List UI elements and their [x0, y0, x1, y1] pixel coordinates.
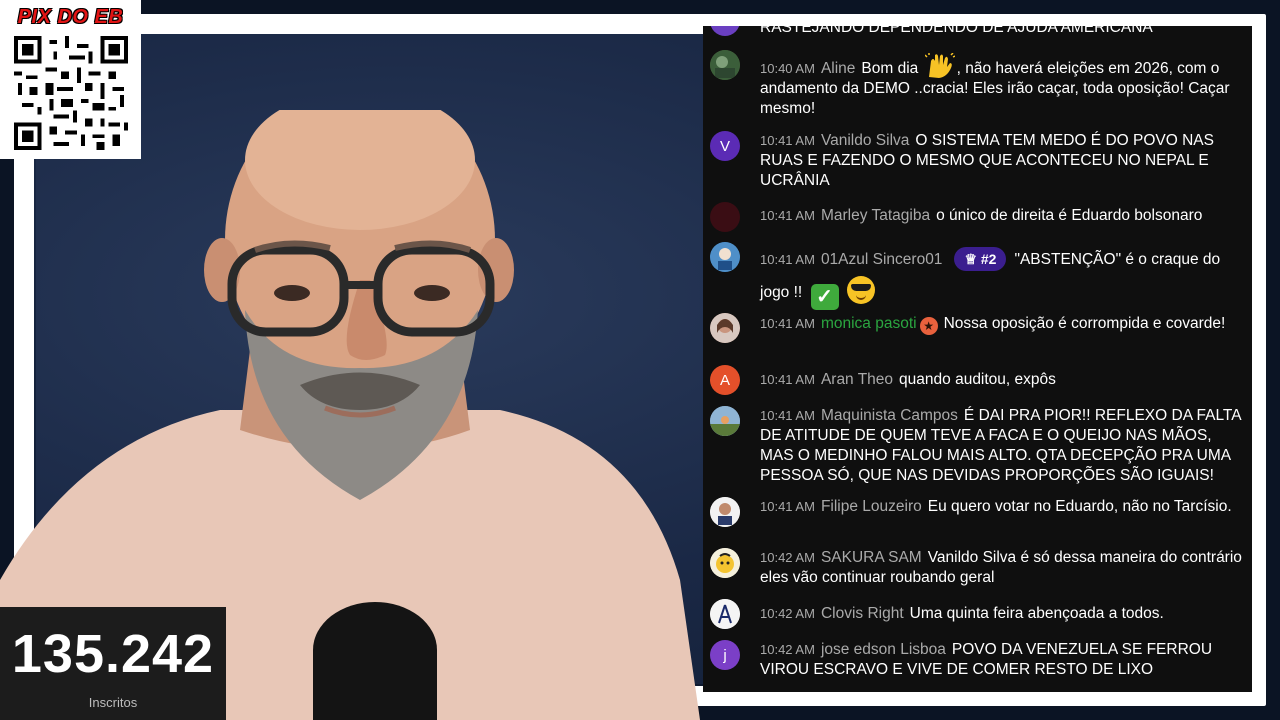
chat-author[interactable]: Maquinista Campos	[821, 407, 958, 424]
chat-author[interactable]: Aran Theo	[821, 371, 893, 388]
chat-message: 10:41 AM Vanildo Silva O SISTEMA TEM MEDO …	[703, 131, 1252, 191]
chat-timestamp: 10:42 AM	[760, 606, 815, 621]
chat-author[interactable]: 01Azul Sincero01	[821, 251, 943, 268]
pix-qr-overlay: PIX DO EB	[0, 0, 141, 159]
chat-message: 10:41 AM monica pasoti ★ Nossa oposição é c…	[703, 314, 1252, 335]
rank-badge-label: #2	[980, 251, 997, 267]
chat-author[interactable]: Clovis Right	[821, 605, 904, 622]
chat-message: 10:41 AM 01Azul Sincero01 ♕ #2 "ABSTENÇÃO" …	[703, 244, 1252, 310]
chat-message-text: Uma quinta feira abençoada a todos.	[909, 605, 1164, 622]
chat-timestamp: 10:41 AM	[760, 208, 815, 223]
chat-timestamp: 10:41 AM	[760, 252, 815, 267]
chat-message: 10:41 AM Aran Theo quando auditou, expôs	[703, 370, 1252, 390]
chat-message: 10:41 AM Filipe Louzeiro Eu quero votar no…	[703, 497, 1252, 517]
subscriber-label: Inscritos	[88, 695, 138, 710]
chat-message: 10:42 AM Clovis Right Uma quinta feira abe…	[703, 604, 1252, 624]
chat-timestamp: 10:40 AM	[760, 61, 815, 76]
chat-timestamp: 10:41 AM	[760, 133, 815, 148]
chat-author[interactable]: Marley Tatagiba	[821, 207, 930, 224]
chat-message: 10:40 AM Aline Bom dia , não haverá eleiçõ…	[703, 53, 1252, 119]
chat-author[interactable]: Aline	[821, 60, 855, 77]
chat-author[interactable]: jose edson Lisboa	[821, 641, 946, 658]
chat-timestamp: 10:41 AM	[760, 408, 815, 423]
sunglasses-emoji-icon	[846, 276, 875, 304]
chat-message-partial: RASTEJANDO DEPENDENDO DE AJUDA AMERICANA	[703, 26, 1252, 38]
subscriber-counter: 135.242 Inscritos	[0, 607, 226, 720]
chat-author[interactable]: Vanildo Silva	[821, 132, 909, 149]
chat-message: 10:41 AM Maquinista Campos É DAI PRA PIOR!…	[703, 406, 1252, 486]
chat-timestamp: 10:41 AM	[760, 499, 815, 514]
chat-timestamp: 10:42 AM	[760, 642, 815, 657]
chat-author[interactable]: SAKURA SAM	[821, 549, 922, 566]
raising-hands-icon	[924, 53, 955, 78]
check-mark-icon: ✓	[810, 284, 839, 310]
qr-code-icon	[13, 36, 128, 150]
chat-message-text: RASTEJANDO DEPENDENDO DE AJUDA AMERICANA	[760, 26, 1153, 36]
chat-message: 10:41 AM Marley Tatagiba o único de direit…	[703, 206, 1252, 226]
chat-timestamp: 10:42 AM	[760, 550, 815, 565]
chat-author[interactable]: monica pasoti	[821, 315, 917, 332]
chat-message-text: o único de direita é Eduardo bolsonaro	[936, 207, 1203, 224]
live-chat-panel[interactable]: RASTEJANDO DEPENDENDO DE AJUDA AMERICANA…	[703, 26, 1252, 692]
chat-message-text: Eu quero votar no Eduardo, não no Tarcís…	[927, 498, 1232, 515]
rank-badge: ♕ #2	[954, 247, 1007, 271]
chat-timestamp: 10:41 AM	[760, 316, 815, 331]
chat-timestamp: 10:41 AM	[760, 372, 815, 387]
member-badge-icon: ★	[919, 317, 938, 335]
chat-message-text: Nossa oposição é corrompida e covarde!	[943, 315, 1226, 332]
pix-title: PIX DO EB	[17, 6, 124, 28]
chat-message: 10:42 AM jose edson Lisboa POVO DA VENEZUE…	[703, 640, 1252, 680]
chat-message: 10:42 AM SAKURA SAM Vanildo Silva é só des…	[703, 548, 1252, 588]
subscriber-count: 135.242	[11, 624, 215, 684]
chat-message-text: Bom dia	[861, 60, 919, 77]
chat-author[interactable]: Filipe Louzeiro	[821, 498, 922, 515]
chat-message-text: quando auditou, expôs	[899, 371, 1056, 388]
